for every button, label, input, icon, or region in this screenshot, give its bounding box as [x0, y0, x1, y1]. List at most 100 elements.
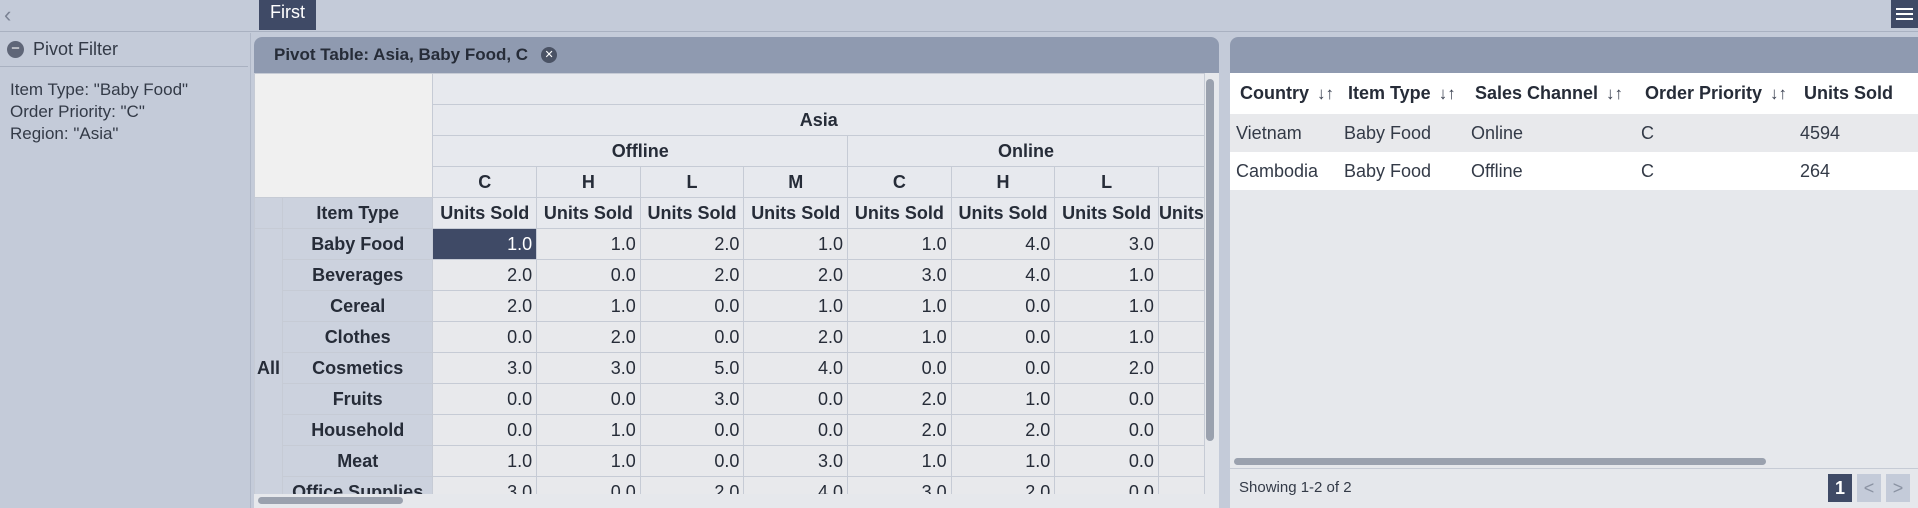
detail-column-header[interactable]: Sales Channel ↓↑ — [1465, 73, 1635, 114]
pivot-value-cell[interactable]: 1.0 — [847, 445, 952, 477]
pivot-value-cell[interactable]: 3.0 — [432, 476, 538, 494]
pivot-value-cell[interactable]: 2.0 — [743, 259, 849, 291]
pivot-value-cell[interactable] — [1157, 259, 1205, 291]
detail-column-header[interactable]: Country ↓↑ — [1230, 73, 1338, 114]
pivot-value-cell[interactable] — [1157, 445, 1205, 477]
pivot-value-cell[interactable] — [1157, 321, 1205, 353]
pivot-priority-header[interactable]: L — [639, 166, 745, 198]
pivot-value-cell[interactable]: 0.0 — [950, 352, 1056, 384]
pivot-value-cell[interactable]: 2.0 — [847, 383, 952, 415]
pivot-value-cell[interactable]: 0.0 — [432, 321, 538, 353]
collapse-minus-icon[interactable]: − — [7, 41, 24, 58]
pivot-priority-header[interactable]: C — [847, 166, 952, 198]
pivot-value-cell[interactable]: 0.0 — [1054, 383, 1159, 415]
pivot-value-cell[interactable]: 0.0 — [432, 414, 538, 446]
next-page-button[interactable]: > — [1886, 474, 1910, 502]
pivot-value-cell[interactable]: 2.0 — [536, 321, 641, 353]
pivot-measure-header[interactable]: Units Sold — [950, 197, 1056, 229]
pivot-value-cell[interactable]: 0.0 — [1054, 445, 1159, 477]
pivot-value-cell[interactable]: 0.0 — [432, 383, 538, 415]
pivot-value-cell[interactable]: 0.0 — [950, 321, 1056, 353]
pivot-row-label[interactable]: Household — [281, 414, 434, 446]
pivot-priority-header[interactable]: L — [1054, 166, 1159, 198]
pivot-value-cell[interactable]: 3.0 — [432, 352, 538, 384]
detail-column-header[interactable]: Units Sold — [1794, 73, 1918, 114]
hamburger-menu-icon[interactable] — [1891, 0, 1918, 28]
detail-column-header[interactable]: Item Type ↓↑ — [1338, 73, 1465, 114]
pivot-value-cell[interactable]: 0.0 — [639, 321, 745, 353]
pivot-value-cell[interactable]: 1.0 — [743, 290, 849, 322]
pivot-value-cell[interactable]: 1.0 — [847, 321, 952, 353]
pivot-priority-header[interactable]: H — [950, 166, 1056, 198]
pivot-value-cell[interactable]: 4.0 — [743, 476, 849, 494]
pivot-value-cell[interactable]: 1.0 — [536, 445, 641, 477]
pivot-value-cell[interactable]: 0.0 — [743, 414, 849, 446]
detail-table-viewport[interactable]: Country ↓↑ Item Type ↓↑ Sales Channel ↓↑ Order… — [1230, 73, 1918, 190]
prev-page-button[interactable]: < — [1857, 474, 1881, 502]
pivot-value-cell[interactable]: 2.0 — [639, 228, 745, 260]
pivot-value-cell[interactable]: 2.0 — [950, 414, 1056, 446]
pivot-horizontal-scrollbar[interactable] — [258, 497, 403, 504]
pivot-value-cell[interactable]: 0.0 — [847, 352, 952, 384]
pivot-value-cell[interactable]: 3.0 — [847, 259, 952, 291]
detail-table-row[interactable]: Cambodia Baby Food Offline C 264 — [1230, 152, 1918, 190]
pivot-value-cell[interactable]: 0.0 — [950, 290, 1056, 322]
pivot-measure-header[interactable]: Units Sold — [743, 197, 849, 229]
pivot-value-cell[interactable]: 0.0 — [639, 414, 745, 446]
sort-icon[interactable]: ↓↑ — [1606, 84, 1623, 103]
pivot-row-label[interactable]: Beverages — [281, 259, 434, 291]
pivot-value-cell[interactable] — [1157, 290, 1205, 322]
pivot-value-cell[interactable]: 2.0 — [1054, 352, 1159, 384]
sort-icon[interactable]: ↓↑ — [1770, 84, 1787, 103]
pivot-value-cell[interactable]: 0.0 — [743, 383, 849, 415]
pivot-value-cell[interactable]: 1.0 — [536, 290, 641, 322]
pivot-value-cell[interactable]: 3.0 — [847, 476, 952, 494]
pivot-measure-header[interactable]: Units Sold — [1054, 197, 1159, 229]
pivot-row-label[interactable]: Fruits — [281, 383, 434, 415]
sort-icon[interactable]: ↓↑ — [1317, 84, 1334, 103]
pivot-value-cell[interactable] — [1157, 228, 1205, 260]
detail-table-row[interactable]: Vietnam Baby Food Online C 4594 — [1230, 114, 1918, 152]
pivot-measure-header[interactable]: Units Sold — [847, 197, 952, 229]
pivot-value-cell[interactable]: 3.0 — [1054, 228, 1159, 260]
pivot-value-cell[interactable]: 4.0 — [950, 228, 1056, 260]
pivot-value-cell[interactable]: 1.0 — [432, 445, 538, 477]
detail-column-header[interactable]: Order Priority ↓↑ — [1635, 73, 1794, 114]
pivot-priority-header[interactable]: C — [432, 166, 538, 198]
pivot-row-label[interactable]: Clothes — [281, 321, 434, 353]
pivot-value-cell[interactable]: 1.0 — [847, 290, 952, 322]
pivot-region-header[interactable]: Asia — [432, 104, 1205, 136]
pivot-priority-header[interactable]: M — [743, 166, 849, 198]
pivot-row-label[interactable]: Cosmetics — [281, 352, 434, 384]
pivot-channel-header[interactable]: Online — [847, 135, 1205, 167]
pivot-value-cell[interactable]: 0.0 — [536, 476, 641, 494]
pivot-value-cell[interactable]: 2.0 — [432, 290, 538, 322]
pivot-value-cell[interactable]: 1.0 — [432, 228, 538, 260]
pivot-value-cell[interactable]: 1.0 — [536, 228, 641, 260]
pivot-value-cell[interactable]: 2.0 — [743, 321, 849, 353]
sort-icon[interactable]: ↓↑ — [1439, 84, 1456, 103]
pivot-all-label[interactable]: All — [254, 228, 283, 494]
back-arrow-icon[interactable]: ‹ — [4, 4, 20, 26]
pivot-row-label[interactable]: Cereal — [281, 290, 434, 322]
pivot-row-label[interactable]: Baby Food — [281, 228, 434, 260]
pivot-filter-header[interactable]: − Pivot Filter — [0, 33, 248, 67]
pivot-value-cell[interactable]: 2.0 — [847, 414, 952, 446]
pivot-measure-header[interactable]: Units Sold — [432, 197, 538, 229]
pivot-value-cell[interactable] — [1157, 352, 1205, 384]
pivot-value-cell[interactable]: 0.0 — [639, 445, 745, 477]
pivot-value-cell[interactable]: 1.0 — [1054, 290, 1159, 322]
pivot-value-cell[interactable]: 0.0 — [1054, 476, 1159, 494]
pivot-value-cell[interactable]: 0.0 — [536, 259, 641, 291]
pivot-value-cell[interactable]: 2.0 — [432, 259, 538, 291]
pivot-row-header[interactable]: Item Type — [281, 197, 434, 229]
close-icon[interactable]: ✕ — [541, 47, 558, 63]
pivot-value-cell[interactable]: 4.0 — [743, 352, 849, 384]
pivot-value-cell[interactable]: 3.0 — [536, 352, 641, 384]
pivot-value-cell[interactable]: 5.0 — [639, 352, 745, 384]
pivot-value-cell[interactable]: 4.0 — [950, 259, 1056, 291]
pivot-value-cell[interactable]: 1.0 — [950, 445, 1056, 477]
tab-first[interactable]: First — [259, 0, 316, 30]
pivot-value-cell[interactable]: 1.0 — [1054, 259, 1159, 291]
pivot-value-cell[interactable]: 3.0 — [639, 383, 745, 415]
